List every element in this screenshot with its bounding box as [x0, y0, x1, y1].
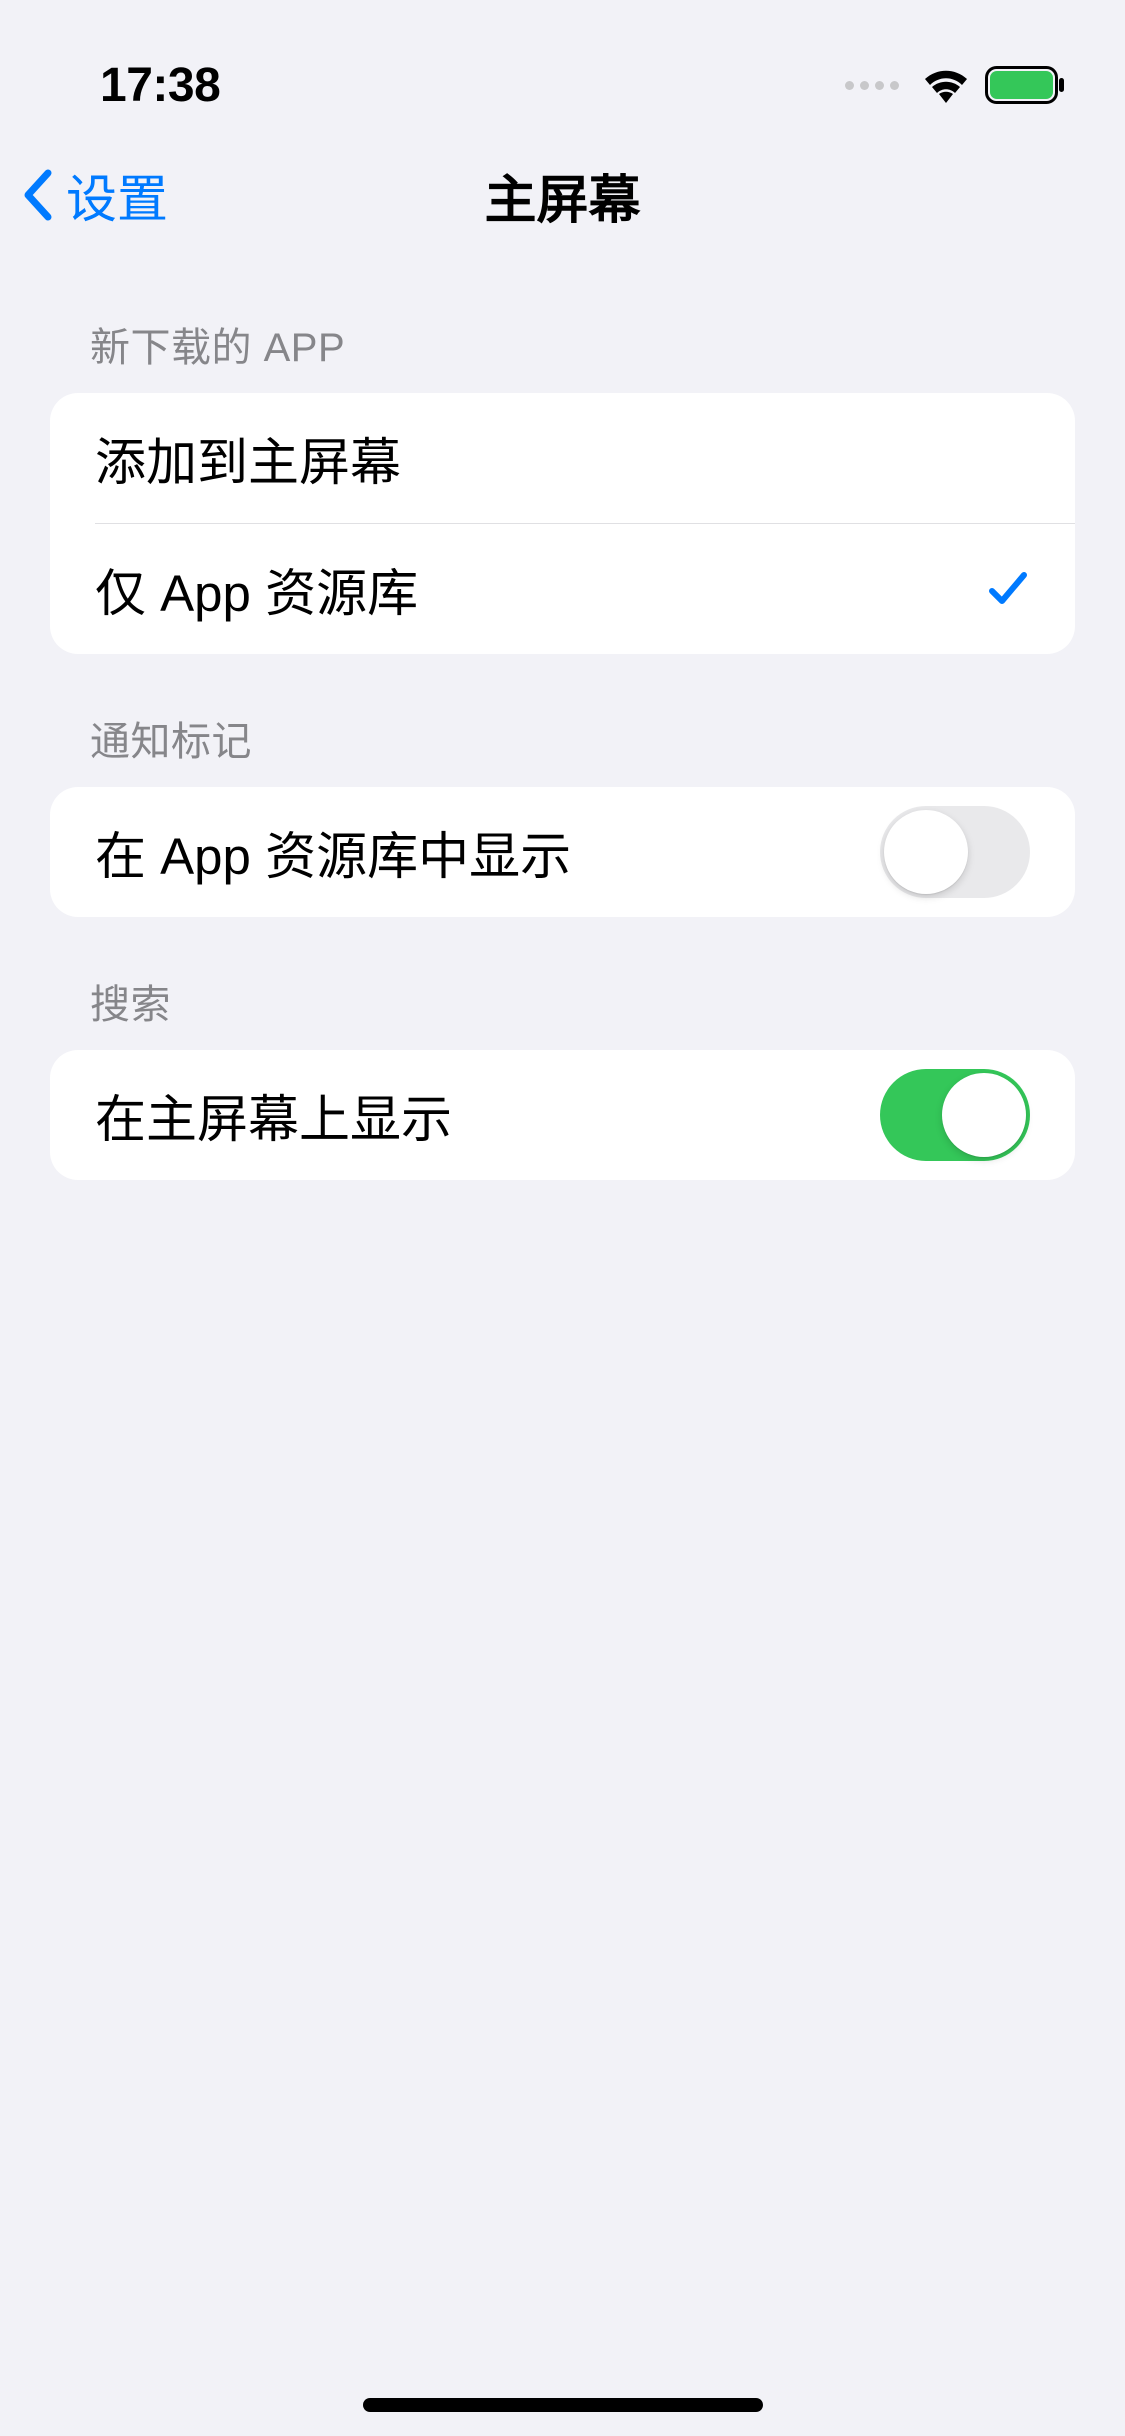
cellular-signal-icon: [845, 81, 899, 90]
section-group-search: 在主屏幕上显示: [50, 1050, 1075, 1180]
row-label: 在主屏幕上显示: [95, 1078, 452, 1152]
navigation-bar: 设置 主屏幕: [0, 130, 1125, 260]
row-show-on-home-screen: 在主屏幕上显示: [50, 1050, 1075, 1180]
back-button[interactable]: 设置: [20, 158, 168, 232]
section-header-notification-badges: 通知标记: [50, 654, 1075, 787]
switch-knob: [884, 810, 968, 894]
wifi-icon: [923, 67, 969, 103]
back-label: 设置: [66, 158, 168, 232]
option-label: 仅 App 资源库: [95, 552, 418, 626]
toggle-show-in-app-library[interactable]: [880, 806, 1030, 898]
row-show-in-app-library: 在 App 资源库中显示: [50, 787, 1075, 917]
option-add-to-home[interactable]: 添加到主屏幕: [50, 393, 1075, 523]
row-label: 在 App 资源库中显示: [95, 815, 571, 889]
status-time: 17:38: [60, 58, 220, 113]
settings-content: 新下载的 APP 添加到主屏幕 仅 App 资源库 通知标记 在 App 资源库…: [0, 260, 1125, 1180]
chevron-left-icon: [20, 169, 56, 221]
status-indicators: [845, 66, 1065, 104]
section-header-new-downloads: 新下载的 APP: [50, 260, 1075, 393]
page-title: 主屏幕: [484, 158, 640, 233]
home-indicator[interactable]: [363, 2398, 763, 2412]
section-group-notification-badges: 在 App 资源库中显示: [50, 787, 1075, 917]
section-header-search: 搜索: [50, 917, 1075, 1050]
checkmark-icon: [986, 567, 1030, 611]
switch-knob: [942, 1073, 1026, 1157]
status-bar: 17:38: [0, 0, 1125, 130]
toggle-show-on-home-screen[interactable]: [880, 1069, 1030, 1161]
battery-icon: [985, 66, 1065, 104]
option-app-library-only[interactable]: 仅 App 资源库: [50, 524, 1075, 654]
section-group-new-downloads: 添加到主屏幕 仅 App 资源库: [50, 393, 1075, 654]
option-label: 添加到主屏幕: [95, 421, 401, 495]
